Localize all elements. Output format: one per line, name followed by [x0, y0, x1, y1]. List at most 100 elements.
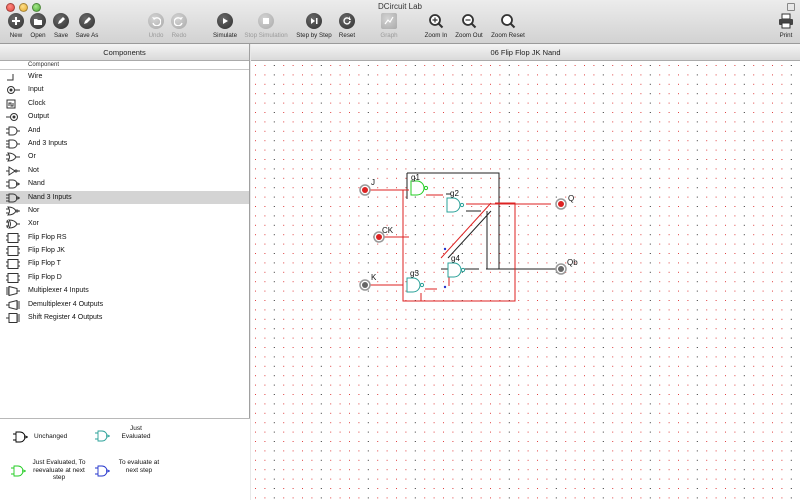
component-item-nand[interactable]: Nand: [0, 177, 249, 190]
component-item-label: Nand 3 Inputs: [28, 193, 72, 201]
component-item-flip-flop-jk[interactable]: Flip Flop JK: [0, 244, 249, 257]
fullscreen-button[interactable]: [787, 3, 795, 11]
component-item-label: Multiplexer 4 Inputs: [28, 287, 89, 295]
component-item-label: And: [28, 126, 41, 134]
flipflop-icon: [6, 232, 20, 243]
legend-unchanged: Unchanged: [12, 431, 72, 447]
component-item-label: Or: [28, 153, 36, 161]
label-g2: g2: [450, 189, 459, 198]
window-title: DCircuit Lab: [377, 2, 422, 11]
component-item-label: Nand: [28, 180, 45, 188]
component-column-header[interactable]: Component: [0, 61, 249, 70]
save-as-button[interactable]: Save As: [74, 13, 100, 43]
legend-to-evaluate: To evaluate at next step: [94, 459, 164, 485]
toolbar: DCircuit Lab New Open Save Save As Undo …: [0, 0, 800, 44]
gate-g2[interactable]: [446, 197, 465, 213]
component-item-wire[interactable]: Wire: [0, 70, 249, 83]
redo-icon: [171, 13, 187, 29]
component-item-output[interactable]: Output: [0, 110, 249, 123]
zoom-in-button[interactable]: Zoom In: [423, 13, 449, 43]
component-item-label: And 3 Inputs: [28, 139, 68, 147]
save-button[interactable]: Save: [50, 13, 72, 43]
simulate-button[interactable]: Simulate: [211, 13, 239, 43]
reset-button[interactable]: Reset: [336, 13, 358, 43]
wire-icon: [7, 74, 14, 81]
step-icon: [306, 13, 322, 29]
label-ck: CK: [382, 226, 394, 235]
zoom-in-icon: [428, 13, 444, 29]
circuit-canvas[interactable]: J CK K Q Qb g1 g2 g3 g4: [251, 61, 800, 500]
reevaluate-gate-icon: [11, 465, 26, 477]
zoom-out-button[interactable]: Zoom Out: [453, 13, 485, 43]
output-q[interactable]: [555, 198, 567, 210]
active-wires: [370, 189, 551, 302]
component-item-label: Flip Flop JK: [28, 247, 65, 255]
label-j: J: [371, 178, 375, 187]
component-item-label: Not: [28, 166, 39, 174]
graph-icon: [381, 13, 397, 29]
input-j[interactable]: [359, 184, 371, 196]
component-item-label: Output: [28, 113, 50, 121]
zoom-out-icon: [461, 13, 477, 29]
gate-g3[interactable]: [406, 277, 425, 293]
redo-button[interactable]: Redo: [168, 13, 190, 43]
label-g1: g1: [411, 173, 420, 182]
component-item-label: Flip Flop D: [28, 273, 62, 281]
grid-dots: [255, 65, 792, 499]
print-button[interactable]: Print: [776, 13, 796, 43]
mux-icon: [6, 286, 20, 297]
component-item-flip-flop-rs[interactable]: Flip Flop RS: [0, 231, 249, 244]
component-item-demultiplexer-4-outputs[interactable]: Demultiplexer 4 Outputs: [0, 298, 249, 311]
label-qb: Qb: [567, 258, 578, 267]
component-item-shift-register-4-outputs[interactable]: Shift Register 4 Outputs: [0, 311, 249, 324]
component-item-and[interactable]: And: [0, 124, 249, 137]
component-item-or[interactable]: Or: [0, 150, 249, 163]
component-item-multiplexer-4-inputs[interactable]: Multiplexer 4 Inputs: [0, 284, 249, 297]
nand3-gate-icon: [6, 193, 20, 203]
folder-icon: [30, 13, 46, 29]
stop-simulation-button[interactable]: Stop Simulation: [242, 13, 290, 43]
circuit-labels: J CK K Q Qb g1 g2 g3 g4: [371, 173, 578, 282]
component-item-flip-flop-t[interactable]: Flip Flop T: [0, 257, 249, 270]
shift-register-icon: [6, 313, 20, 324]
circuit-diagram[interactable]: J CK K Q Qb g1 g2 g3 g4: [251, 61, 800, 500]
component-item-not[interactable]: Not: [0, 164, 249, 177]
and-gate-icon: [6, 126, 20, 136]
component-item-clock[interactable]: Clock: [0, 97, 249, 110]
component-list: Wire Input Clock Output And And 3 Inputs Or Not…: [0, 70, 249, 324]
legend: Unchanged Just Evaluated Just Evaluated,…: [0, 418, 250, 500]
output-qb[interactable]: [555, 263, 567, 275]
undo-button[interactable]: Undo: [145, 13, 167, 43]
component-item-nor[interactable]: Nor: [0, 204, 249, 217]
component-item-input[interactable]: Input: [0, 83, 249, 96]
graph-button[interactable]: Graph: [377, 13, 401, 43]
to-evaluate-gate-icon: [95, 465, 110, 477]
component-item-and-3-inputs[interactable]: And 3 Inputs: [0, 137, 249, 150]
just-evaluated-gate-icon: [95, 430, 110, 442]
xor-gate-icon: [6, 219, 20, 229]
components-panel-title: Components: [0, 44, 249, 61]
component-item-nand-3-inputs[interactable]: Nand 3 Inputs: [0, 190, 249, 204]
document-title: 06 Flip Flop JK Nand: [251, 44, 800, 61]
flipflop-icon: [6, 272, 20, 283]
zoom-reset-button[interactable]: Zoom Reset: [488, 13, 528, 43]
label-g4: g4: [451, 254, 460, 263]
input-k[interactable]: [359, 279, 371, 291]
not-gate-icon: [6, 165, 20, 176]
component-item-xor[interactable]: Xor: [0, 217, 249, 230]
pencil-icon: [53, 13, 69, 29]
component-item-label: Input: [28, 86, 44, 94]
plus-icon: [8, 13, 24, 29]
app-window: DCircuit Lab New Open Save Save As Undo …: [0, 0, 800, 500]
open-button[interactable]: Open: [27, 13, 49, 43]
component-item-label: Clock: [28, 99, 46, 107]
output-icon: [6, 113, 18, 122]
step-by-step-button[interactable]: Step by Step: [294, 13, 334, 43]
component-item-flip-flop-d[interactable]: Flip Flop D: [0, 271, 249, 284]
gate-g1[interactable]: [410, 180, 429, 196]
component-item-label: Flip Flop T: [28, 260, 61, 268]
nand-gate-icon: [6, 179, 20, 189]
reset-icon: [339, 13, 355, 29]
new-button[interactable]: New: [5, 13, 27, 43]
input-icon: [7, 86, 20, 95]
